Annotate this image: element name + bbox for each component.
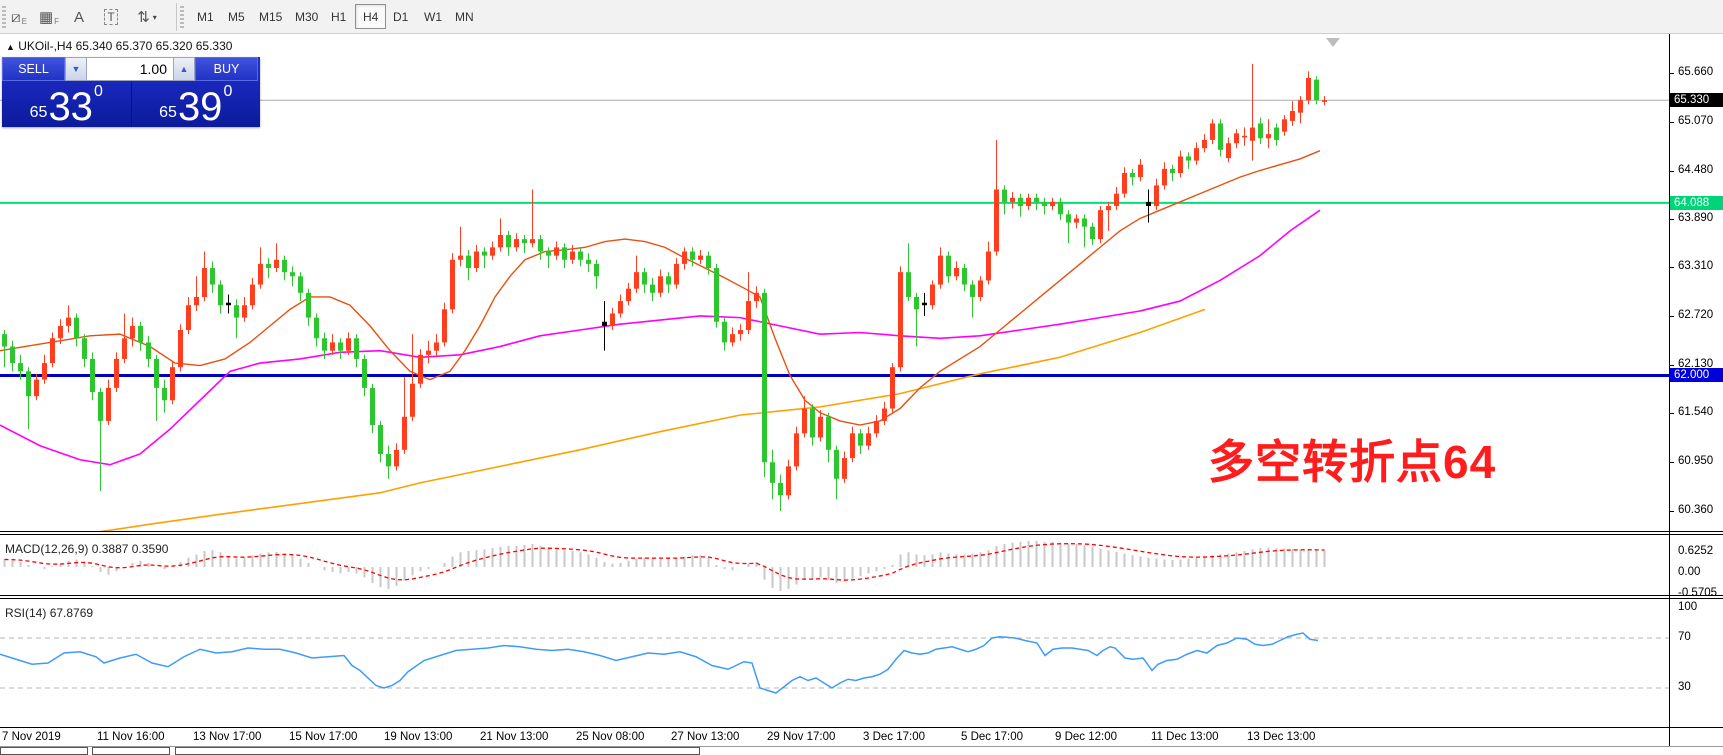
price-marker-64.088: 64.088 [1670,196,1723,210]
price-axis-border [1669,34,1670,746]
timeframe-button-D1[interactable]: D1 [386,4,415,29]
timeframe-button-W1[interactable]: W1 [417,4,449,29]
rsi-axis-label: 30 [1678,681,1691,693]
buy-price-small: 65 [159,105,177,121]
price-axis-label: 60.950 [1678,455,1713,467]
time-axis-label: 3 Dec 17:00 [863,731,925,743]
sell-price-big: 33 [48,90,93,124]
timeframe-button-M30[interactable]: M30 [288,4,325,29]
volume-decrease-button[interactable]: ▼ [65,57,87,81]
price-axis-tick [1669,73,1674,74]
price-axis-label: 62.720 [1678,309,1713,321]
macd-axis-label: -0.5705 [1678,587,1717,599]
time-axis-label: 21 Nov 13:00 [480,731,548,743]
price-axis-label: 64.480 [1678,164,1713,176]
sell-price-small: 65 [30,105,48,121]
price-axis-tick [1669,365,1674,366]
price-axis-tick [1669,122,1674,123]
text-box-icon[interactable]: T [98,4,124,30]
chart-annotation-text[interactable]: 多空转折点64 [1208,426,1496,492]
chart-area[interactable]: ▲ UKOil-,H4 65.340 65.370 65.320 65.330 … [0,34,1723,754]
time-axis-label: 15 Nov 17:00 [289,731,357,743]
rsi-pane-divider[interactable] [0,595,1723,599]
timeframe-button-M5[interactable]: M5 [221,4,252,29]
rsi-axis-label: 100 [1678,601,1697,613]
macd-canvas[interactable] [0,535,1669,595]
price-axis-tick [1669,219,1674,220]
timeframe-grip[interactable] [180,6,184,28]
price-marker-65.330: 65.330 [1670,93,1723,107]
time-axis-divider [0,727,1723,728]
time-axis-label: 7 Nov 2019 [2,731,61,743]
time-axis-label: 27 Nov 13:00 [671,731,739,743]
sell-price-display[interactable]: 65 33 0 [2,82,132,127]
price-axis-label: 63.890 [1678,212,1713,224]
price-axis-label: 65.070 [1678,115,1713,127]
price-axis-tick [1669,316,1674,317]
price-axis-tick [1669,511,1674,512]
price-marker-62.000: 62.000 [1670,368,1723,382]
time-axis-label: 25 Nov 08:00 [576,731,644,743]
time-axis-label: 5 Dec 17:00 [961,731,1023,743]
one-click-trade-panel: SELL ▼ ▲ BUY 65 33 0 65 39 0 [2,57,260,127]
sell-price-sup: 0 [94,84,103,100]
timeframe-button-M1[interactable]: M1 [190,4,221,29]
macd-axis-label: 0.6252 [1678,545,1713,557]
time-axis-label: 11 Nov 16:00 [97,731,165,743]
text-label-icon[interactable]: A [66,4,92,30]
price-axis-label: 61.540 [1678,406,1713,418]
symbol-quote-bar: ▲ UKOil-,H4 65.340 65.370 65.320 65.330 [6,39,232,53]
chart-shift-marker-icon[interactable] [1326,38,1340,47]
time-axis-label: 9 Dec 12:00 [1055,731,1117,743]
symbol-collapse-icon[interactable]: ▲ [6,42,15,52]
rsi-axis-label: 70 [1678,631,1691,643]
time-axis-label: 11 Dec 13:00 [1151,731,1219,743]
buy-price-big: 39 [178,90,223,124]
time-axis-label: 13 Dec 13:00 [1247,731,1315,743]
price-axis-tick [1669,267,1674,268]
price-axis-tick [1669,413,1674,414]
buy-price-display[interactable]: 65 39 0 [132,82,261,127]
time-axis-label: 19 Nov 13:00 [384,731,452,743]
price-axis-label: 63.310 [1678,260,1713,272]
buy-price-sup: 0 [223,84,232,100]
price-axis-label: 65.660 [1678,66,1713,78]
time-axis-label: 29 Nov 17:00 [767,731,835,743]
toolbar: ⧄E▦FAT ⇅▾ M1M5M15M30H1H4D1W1MN [0,0,1723,34]
volume-input[interactable] [87,57,173,81]
rsi-label: RSI(14) 67.8769 [5,606,93,620]
macd-pane-divider[interactable] [0,531,1723,535]
timeframe-button-H1[interactable]: H1 [324,4,353,29]
toolbar-separator [176,3,177,31]
price-axis-tick [1669,462,1674,463]
timeframe-button-MN[interactable]: MN [448,4,481,29]
time-axis-label: 13 Nov 17:00 [193,731,261,743]
rsi-canvas[interactable] [0,599,1669,727]
equidistant-channel-icon[interactable]: ⧄E [6,4,32,30]
price-axis-label: 60.360 [1678,504,1713,516]
price-axis-tick [1669,171,1674,172]
macd-axis-label: 0.00 [1678,566,1700,578]
arrows-icon[interactable]: ⇅▾ [134,4,160,30]
symbol-quote-text: UKOil-,H4 65.340 65.370 65.320 65.330 [18,39,232,53]
volume-increase-button[interactable]: ▲ [173,57,195,81]
sell-button[interactable]: SELL [2,57,65,81]
timeframe-button-M15[interactable]: M15 [252,4,289,29]
buy-button[interactable]: BUY [195,57,258,81]
macd-label: MACD(12,26,9) 0.3887 0.3590 [5,542,168,556]
fibonacci-icon[interactable]: ▦F [36,4,62,30]
timeframe-button-H4[interactable]: H4 [355,4,386,29]
